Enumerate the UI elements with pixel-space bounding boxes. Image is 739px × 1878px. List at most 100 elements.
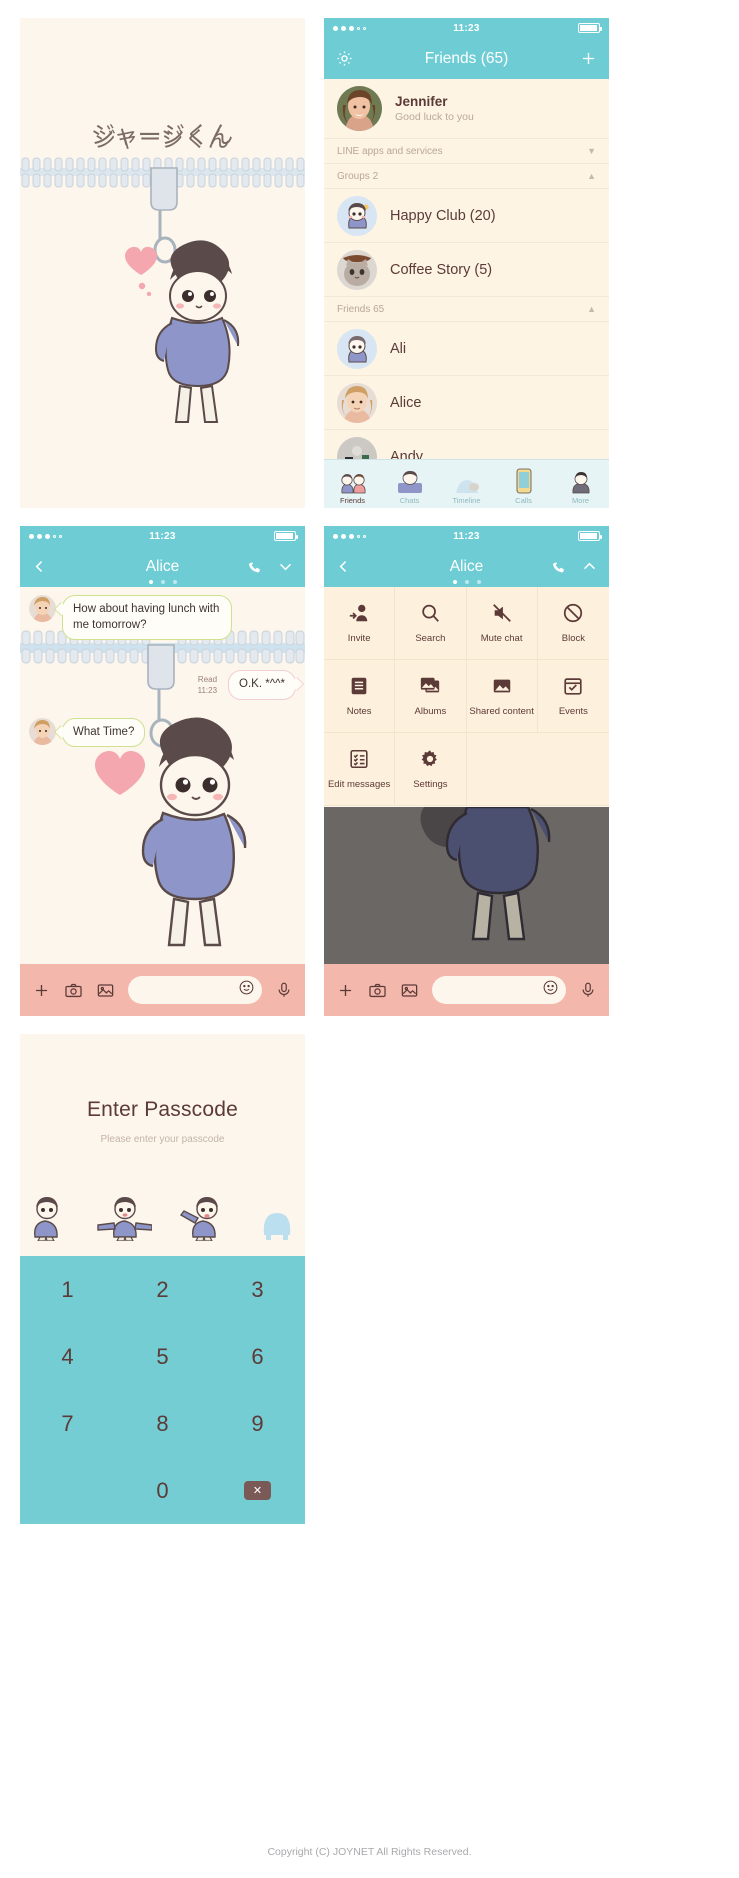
menu-item-shared-content[interactable]: Shared content — [466, 660, 538, 733]
chevron-down-icon[interactable] — [277, 558, 294, 575]
passcode-keypad[interactable]: 1 2 3 4 5 6 7 8 9 0 ✕ — [20, 1256, 305, 1524]
friend-name: Alice — [390, 394, 422, 411]
passcode-subtitle: Please enter your passcode — [100, 1134, 225, 1145]
phone-icon[interactable] — [247, 559, 263, 575]
chevron-up-icon[interactable] — [581, 558, 598, 575]
microphone-icon[interactable] — [275, 981, 293, 999]
tab-more[interactable]: More — [552, 460, 609, 508]
chevron-down-icon[interactable]: ▼ — [587, 146, 596, 156]
tab-friends[interactable]: Friends — [324, 460, 381, 508]
camera-icon[interactable] — [368, 981, 387, 1000]
key-5[interactable]: 5 — [115, 1323, 210, 1390]
menu-item-invite[interactable]: Invite — [324, 587, 396, 660]
plus-icon[interactable] — [32, 981, 51, 1000]
list-item[interactable]: Coffee Story (5) — [324, 243, 609, 297]
key-1[interactable]: 1 — [20, 1256, 115, 1323]
screens-row-1: ジャージくん ジャージくん 11:23 Friends (65) Jennife… — [20, 18, 720, 508]
chat-body: How about having lunch with me tomorrow?… — [20, 587, 305, 964]
dimmed-chat-overlay[interactable] — [324, 807, 609, 964]
menu-item-label: Events — [558, 705, 588, 717]
chevron-up-icon[interactable]: ▲ — [587, 171, 596, 181]
status-bar: 11:23 — [20, 526, 305, 546]
section-header-groups[interactable]: Groups 2 ▲ — [324, 164, 609, 189]
tab-timeline-icon — [452, 467, 482, 495]
screens-row-3: Enter Passcode Please enter your passcod… — [20, 1034, 720, 1524]
mute-speaker-icon — [491, 602, 513, 628]
invite-person-icon — [348, 602, 370, 628]
read-status: Read — [197, 674, 218, 684]
status-time: 11:23 — [453, 22, 480, 34]
phone-icon[interactable] — [551, 559, 567, 575]
profile-status: Good luck to you — [395, 111, 474, 123]
chat-nav-bar: Alice — [20, 546, 305, 587]
chat-menu-grid[interactable]: Invite Search Mute chat Block Notes Albu… — [324, 587, 609, 806]
list-item[interactable]: Happy Club (20) — [324, 189, 609, 243]
tab-label: Timeline — [452, 496, 481, 505]
menu-item-edit-messages[interactable]: Edit messages — [324, 733, 396, 806]
profile-row[interactable]: Jennifer Good luck to you — [324, 79, 609, 139]
status-bar: 11:23 — [324, 18, 609, 38]
message-meta: Read 11:23 — [198, 675, 217, 697]
status-time: 11:23 — [453, 530, 480, 542]
passcode-slot-filled — [179, 1191, 229, 1246]
key-0[interactable]: 0 — [115, 1457, 210, 1524]
key-3[interactable]: 3 — [210, 1256, 305, 1323]
avatar — [337, 86, 382, 131]
menu-item-block[interactable]: Block — [537, 587, 609, 660]
menu-item-label: Shared content — [469, 705, 534, 717]
list-item[interactable]: Alice — [324, 376, 609, 430]
plus-icon[interactable] — [579, 49, 598, 68]
image-icon[interactable] — [96, 981, 115, 1000]
key-7[interactable]: 7 — [20, 1390, 115, 1457]
chat-input-bar[interactable] — [20, 964, 305, 1016]
albums-icon — [419, 675, 441, 701]
gear-icon[interactable] — [335, 49, 354, 68]
battery-icon — [274, 531, 299, 541]
passcode-slot-filled — [27, 1191, 69, 1246]
section-header-apps[interactable]: LINE apps and services ▼ — [324, 139, 609, 164]
menu-item-events[interactable]: Events — [537, 660, 609, 733]
chevron-up-icon[interactable]: ▲ — [587, 304, 596, 314]
status-time: 11:23 — [149, 530, 176, 542]
menu-item-albums[interactable]: Albums — [395, 660, 467, 733]
key-8[interactable]: 8 — [115, 1390, 210, 1457]
list-item[interactable]: Ali — [324, 322, 609, 376]
chat-input-bar[interactable] — [324, 964, 609, 1016]
bottom-tab-bar[interactable]: Friends Chats Timeline Calls More — [324, 459, 609, 508]
image-icon[interactable] — [400, 981, 419, 1000]
menu-item-search[interactable]: Search — [395, 587, 467, 660]
message-input[interactable] — [128, 976, 262, 1004]
page-indicator-dots — [20, 580, 305, 584]
tab-calls[interactable]: Calls — [495, 460, 552, 508]
menu-item-notes[interactable]: Notes — [324, 660, 396, 733]
key-6[interactable]: 6 — [210, 1323, 305, 1390]
smiley-icon[interactable] — [238, 979, 255, 1001]
group-name: Happy Club (20) — [390, 207, 496, 224]
camera-icon[interactable] — [64, 981, 83, 1000]
avatar — [337, 382, 377, 423]
chevron-left-icon[interactable] — [31, 558, 48, 575]
profile-name: Jennifer — [395, 94, 448, 109]
menu-item-label: Invite — [347, 632, 371, 644]
tab-timeline[interactable]: Timeline — [438, 460, 495, 508]
avatar — [29, 717, 56, 745]
key-2[interactable]: 2 — [115, 1256, 210, 1323]
plus-icon[interactable] — [336, 981, 355, 1000]
page-indicator-dots — [324, 580, 609, 584]
microphone-icon[interactable] — [579, 981, 597, 999]
menu-item-mute-chat[interactable]: Mute chat — [466, 587, 538, 660]
friends-list[interactable]: Jennifer Good luck to you LINE apps and … — [324, 79, 609, 508]
events-calendar-icon — [562, 675, 584, 701]
tab-chats[interactable]: Chats — [381, 460, 438, 508]
menu-item-settings[interactable]: Settings — [395, 733, 467, 806]
smiley-icon[interactable] — [542, 979, 559, 1001]
avatar — [29, 595, 56, 622]
section-header-friends[interactable]: Friends 65 ▲ — [324, 297, 609, 322]
key-4[interactable]: 4 — [20, 1323, 115, 1390]
message-input[interactable] — [432, 976, 566, 1004]
key-delete[interactable]: ✕ — [210, 1457, 305, 1524]
screens-row-2: 11:23 Alice How about having lunch with … — [20, 526, 720, 1016]
key-9[interactable]: 9 — [210, 1390, 305, 1457]
chevron-left-icon[interactable] — [335, 558, 352, 575]
section-label: LINE apps and services — [337, 145, 443, 157]
